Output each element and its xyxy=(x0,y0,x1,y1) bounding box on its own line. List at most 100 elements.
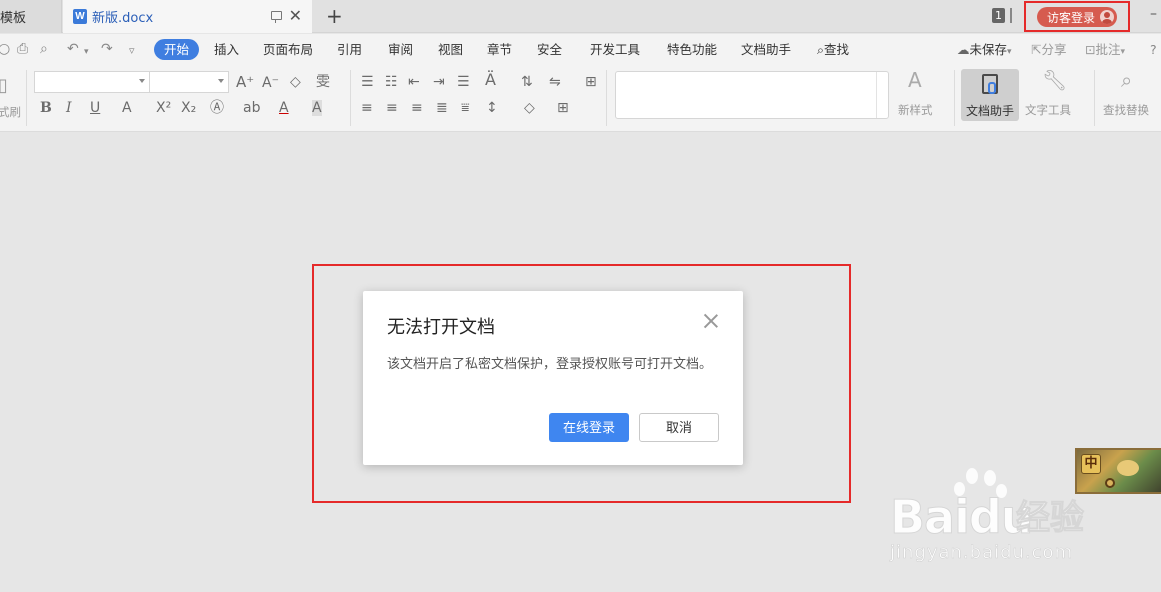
new-style-label[interactable]: 新样式 xyxy=(898,102,933,118)
help-icon[interactable]: ? xyxy=(1150,42,1157,58)
menu-tab-security[interactable]: 安全 xyxy=(537,42,562,58)
style-gallery-scrollbar[interactable] xyxy=(876,72,888,118)
minimize-button[interactable]: – xyxy=(1150,6,1157,22)
print-preview-icon[interactable]: ⌕ xyxy=(40,41,48,57)
cannot-open-dialog: 无法打开文档 该文档开启了私密文档保护，登录授权账号可打开文档。 在线登录 取消 xyxy=(363,291,743,465)
strikethrough-icon[interactable]: A xyxy=(122,100,132,116)
visitor-login-label: 访客登录 xyxy=(1047,10,1096,25)
align-left-icon[interactable]: ≡ xyxy=(361,100,373,116)
menu-tab-page-layout[interactable]: 页面布局 xyxy=(263,42,313,58)
doc-helper-button[interactable]: 文档助手 xyxy=(961,69,1019,121)
font-size-select[interactable] xyxy=(149,71,229,93)
customize-toolbar-icon[interactable]: ▿ xyxy=(129,43,135,59)
share-button[interactable]: ⇱分享 xyxy=(1031,42,1067,58)
font-family-select[interactable] xyxy=(34,71,150,93)
close-icon[interactable] xyxy=(703,313,719,329)
chevron-down-icon xyxy=(139,79,145,83)
font-color-icon[interactable]: A xyxy=(279,100,289,116)
menu-tab-doc-helper[interactable]: 文档助手 xyxy=(741,42,791,58)
online-login-button[interactable]: 在线登录 xyxy=(549,413,629,442)
style-gallery[interactable] xyxy=(615,71,889,119)
float-window-icon[interactable] xyxy=(271,11,282,23)
window-bar-icon xyxy=(1010,8,1012,23)
change-case-icon[interactable]: Ä xyxy=(485,72,496,88)
cloud-icon: ☁ xyxy=(957,42,970,57)
redo-icon[interactable]: ↷ xyxy=(101,41,113,57)
italic-icon[interactable]: I xyxy=(66,100,72,116)
bold-icon[interactable]: B xyxy=(40,100,52,116)
watermark-logo: Baidu xyxy=(890,490,1035,544)
cancel-button[interactable]: 取消 xyxy=(639,413,719,442)
borders-icon[interactable]: ⊞ xyxy=(557,100,569,116)
ribbon-divider xyxy=(26,70,27,126)
visitor-login-button[interactable]: 访客登录 xyxy=(1037,7,1117,27)
menu-search[interactable]: ⌕查找 xyxy=(817,42,849,58)
undo-icon[interactable]: ↶ xyxy=(67,41,79,57)
watermark-url: jingyan.baidu.com xyxy=(890,542,1074,564)
menu-tab-developer[interactable]: 开发工具 xyxy=(590,42,640,58)
window-count-badge[interactable]: 1 xyxy=(992,8,1005,23)
watermark-cn: 经验 xyxy=(1016,498,1085,539)
tab-document[interactable]: W 新版.docx ✕ xyxy=(63,0,312,33)
find-replace-label[interactable]: 查找替换 xyxy=(1103,102,1149,118)
clear-format-icon[interactable]: ◇ xyxy=(290,74,301,90)
show-marks-icon[interactable]: ⇋ xyxy=(549,74,561,90)
menu-tab-features[interactable]: 特色功能 xyxy=(667,42,717,58)
distribute-icon[interactable]: ⩸ xyxy=(461,100,470,116)
chevron-down-icon: ▾ xyxy=(1120,47,1126,57)
ribbon-divider xyxy=(606,70,607,126)
tab-templates-label: 模板 xyxy=(0,11,27,26)
text-tools-label[interactable]: 文字工具 xyxy=(1025,102,1071,118)
new-style-icon[interactable]: A xyxy=(908,70,922,90)
menu-tab-review[interactable]: 审阅 xyxy=(388,42,413,58)
menu-tab-insert[interactable]: 插入 xyxy=(214,42,239,58)
tab-bar: 模板 W 新版.docx ✕ + 1 访客登录 – xyxy=(0,0,1161,33)
text-effect-icon[interactable]: Ⓐ xyxy=(210,100,224,116)
bullet-list-icon[interactable]: ☰ xyxy=(361,74,374,90)
chevron-down-icon: ▾ xyxy=(1007,47,1012,57)
format-painter-icon[interactable]: ▯ xyxy=(0,77,8,95)
ribbon-divider xyxy=(954,70,955,126)
menu-tab-chapter[interactable]: 章节 xyxy=(487,42,512,58)
align-right-icon[interactable]: ≡ xyxy=(411,100,423,116)
char-shading-icon[interactable]: A xyxy=(312,100,322,116)
align-center-icon[interactable]: ≡ xyxy=(386,100,398,116)
increase-indent-icon[interactable]: ⇥ xyxy=(433,74,445,90)
underline-icon[interactable]: U xyxy=(90,100,100,116)
baidu-watermark: Baidu 经验 jingyan.baidu.com xyxy=(890,468,1120,568)
ad-decoration xyxy=(1117,460,1139,476)
shrink-font-icon[interactable]: A⁻ xyxy=(262,75,279,91)
decrease-indent-icon[interactable]: ⇤ xyxy=(408,74,420,90)
tab-templates[interactable]: 模板 xyxy=(0,0,62,33)
line-spacing-icon[interactable]: ↕ xyxy=(486,100,498,116)
phonetic-icon[interactable]: 雯 xyxy=(316,74,330,90)
highlight-icon[interactable]: ab xyxy=(243,100,260,116)
add-tab-button[interactable]: + xyxy=(326,4,343,28)
wrench-icon[interactable]: 🔧︎ xyxy=(1042,70,1067,90)
folder-icon[interactable]: ○ xyxy=(0,41,10,57)
table-border-icon[interactable]: ⊞ xyxy=(585,74,597,90)
doc-helper-icon xyxy=(982,74,998,94)
shading-icon[interactable]: ◇ xyxy=(524,100,535,116)
superscript-icon[interactable]: X² xyxy=(156,100,171,116)
close-tab-icon[interactable]: ✕ xyxy=(289,8,302,24)
undo-dropdown-icon[interactable]: ▾ xyxy=(84,44,89,60)
unsaved-status[interactable]: ☁未保存▾ xyxy=(957,42,1012,60)
print-icon[interactable]: ⎙ xyxy=(17,41,28,57)
menu-tab-start[interactable]: 开始 xyxy=(154,39,199,60)
dialog-message: 该文档开启了私密文档保护，登录授权账号可打开文档。 xyxy=(387,357,713,372)
sort-icon[interactable]: ⇅ xyxy=(521,74,533,90)
increase-indent-2-icon[interactable]: ☰ xyxy=(457,74,470,90)
subscript-icon[interactable]: X₂ xyxy=(181,100,196,116)
numbered-list-icon[interactable]: ☷ xyxy=(385,74,398,90)
word-doc-icon: W xyxy=(73,9,87,24)
grow-font-icon[interactable]: A⁺ xyxy=(236,74,254,90)
tab-document-label: 新版.docx xyxy=(92,11,154,26)
format-painter-label: 式刷 xyxy=(0,105,21,119)
find-replace-icon[interactable]: ⌕ xyxy=(1121,70,1132,90)
chevron-down-icon xyxy=(218,79,224,83)
menu-tab-view[interactable]: 视图 xyxy=(438,42,463,58)
comment-button[interactable]: ⊡批注▾ xyxy=(1085,42,1125,60)
menu-tab-references[interactable]: 引用 xyxy=(337,42,362,58)
justify-icon[interactable]: ≣ xyxy=(436,100,448,116)
